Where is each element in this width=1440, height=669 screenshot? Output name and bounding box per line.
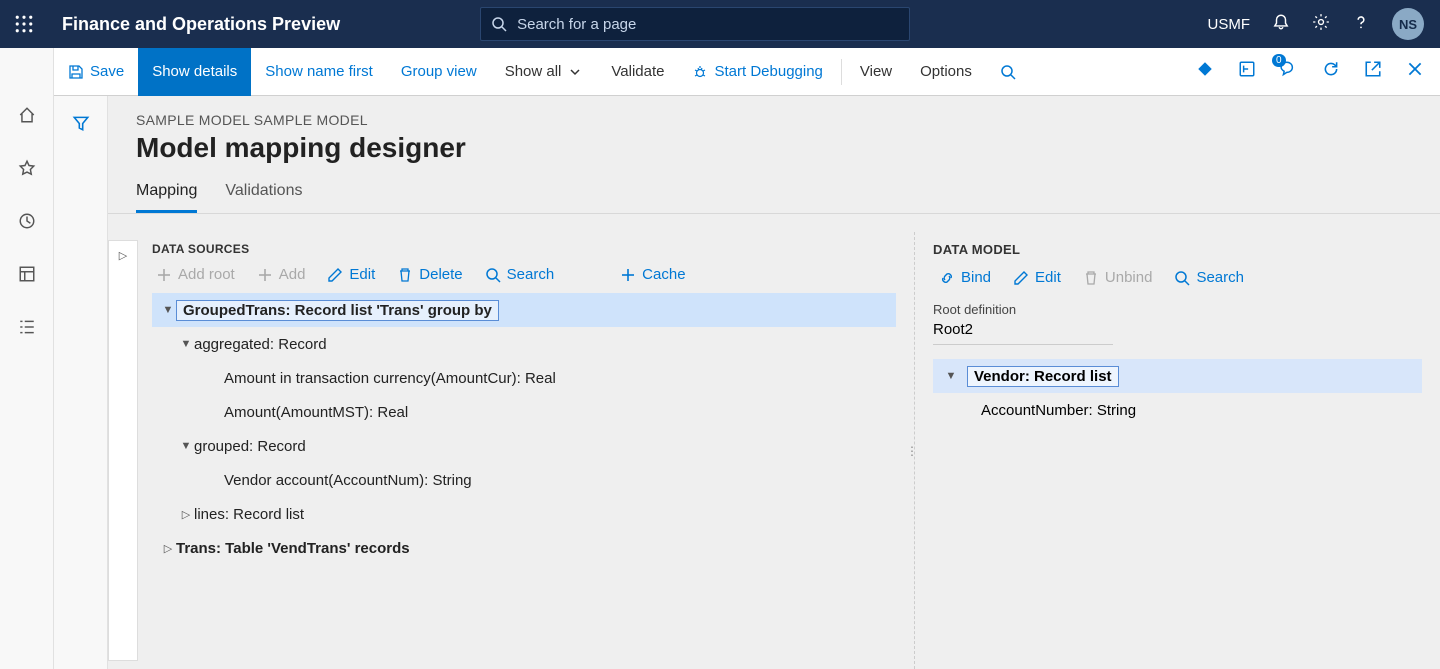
app-launcher-icon[interactable]: [0, 15, 48, 33]
data-sources-heading: DATA SOURCES: [152, 242, 896, 256]
avatar[interactable]: NS: [1392, 8, 1424, 40]
tree-node-groupedtrans[interactable]: ▼ GroupedTrans: Record list 'Trans' grou…: [152, 293, 896, 327]
show-all-dropdown[interactable]: Show all: [491, 48, 598, 96]
chevron-right-icon[interactable]: ▷: [160, 542, 176, 555]
filter-icon[interactable]: [72, 114, 90, 669]
ds-add-root-button: Add root: [156, 266, 235, 283]
start-debugging-button[interactable]: Start Debugging: [678, 48, 836, 96]
validate-button[interactable]: Validate: [597, 48, 678, 96]
global-search[interactable]: Search for a page: [480, 7, 910, 41]
dm-edit-button[interactable]: Edit: [1013, 269, 1061, 286]
tree-node-aggregated[interactable]: ▼ aggregated: Record: [152, 327, 896, 361]
chevron-down-icon[interactable]: ▼: [160, 304, 176, 316]
dm-search-button[interactable]: Search: [1174, 269, 1244, 286]
office-icon[interactable]: [1238, 60, 1256, 83]
show-details-button[interactable]: Show details: [138, 48, 251, 96]
chevron-down-icon[interactable]: ▼: [178, 440, 194, 452]
data-model-heading: DATA MODEL: [933, 242, 1422, 257]
page-title: Model mapping designer: [136, 132, 1412, 164]
refresh-icon[interactable]: [1322, 60, 1340, 83]
tree-node-accountnum[interactable]: Vendor account(AccountNum): String: [152, 463, 896, 497]
attachments-icon[interactable]: [1196, 60, 1214, 83]
modules-icon[interactable]: [18, 318, 36, 341]
ds-delete-button[interactable]: Delete: [397, 266, 462, 283]
ds-edit-button[interactable]: Edit: [327, 266, 375, 283]
options-menu[interactable]: Options: [906, 48, 986, 96]
notifications-icon[interactable]: [1272, 13, 1290, 36]
tree-node-lines[interactable]: ▷ lines: Record list: [152, 497, 896, 531]
gear-icon[interactable]: [1312, 13, 1330, 36]
dm-node-vendor[interactable]: ▼ Vendor: Record list: [933, 359, 1422, 393]
show-name-first-button[interactable]: Show name first: [251, 48, 387, 96]
product-title: Finance and Operations Preview: [48, 14, 340, 35]
favorites-icon[interactable]: [18, 159, 36, 182]
view-menu[interactable]: View: [846, 48, 906, 96]
home-icon[interactable]: [18, 106, 36, 129]
find-button[interactable]: [986, 48, 1030, 96]
recent-icon[interactable]: [18, 212, 36, 235]
tab-mapping[interactable]: Mapping: [136, 182, 197, 213]
legal-entity[interactable]: USMF: [1208, 16, 1251, 33]
popout-icon[interactable]: [1364, 60, 1382, 83]
tree-node-grouped[interactable]: ▼ grouped: Record: [152, 429, 896, 463]
save-button[interactable]: Save: [54, 48, 138, 96]
search-placeholder: Search for a page: [517, 16, 636, 33]
dm-node-accountnumber[interactable]: AccountNumber: String: [933, 393, 1422, 427]
help-icon[interactable]: [1352, 13, 1370, 36]
chevron-down-icon[interactable]: ▼: [178, 338, 194, 350]
tree-node-trans[interactable]: ▷ Trans: Table 'VendTrans' records: [152, 531, 896, 565]
workspaces-icon[interactable]: [18, 265, 36, 288]
collapse-handle[interactable]: ▷: [108, 240, 138, 661]
dm-bind-button[interactable]: Bind: [939, 269, 991, 286]
root-definition-label: Root definition: [933, 302, 1422, 317]
chevron-right-icon[interactable]: ▷: [178, 508, 194, 521]
ds-search-button[interactable]: Search: [485, 266, 555, 283]
tree-node-amountmst[interactable]: Amount(AmountMST): Real: [152, 395, 896, 429]
breadcrumb: SAMPLE MODEL SAMPLE MODEL: [136, 112, 1412, 128]
close-icon[interactable]: [1406, 60, 1424, 83]
ds-add-button: Add: [257, 266, 306, 283]
group-view-button[interactable]: Group view: [387, 48, 491, 96]
chevron-down-icon[interactable]: ▼: [943, 370, 959, 382]
messages-icon[interactable]: 0: [1280, 60, 1298, 83]
tree-node-amountcur[interactable]: Amount in transaction currency(AmountCur…: [152, 361, 896, 395]
root-definition-value[interactable]: Root2: [933, 317, 1113, 345]
ds-cache-button[interactable]: Cache: [620, 266, 685, 283]
tab-validations[interactable]: Validations: [225, 182, 302, 213]
dm-unbind-button: Unbind: [1083, 269, 1153, 286]
